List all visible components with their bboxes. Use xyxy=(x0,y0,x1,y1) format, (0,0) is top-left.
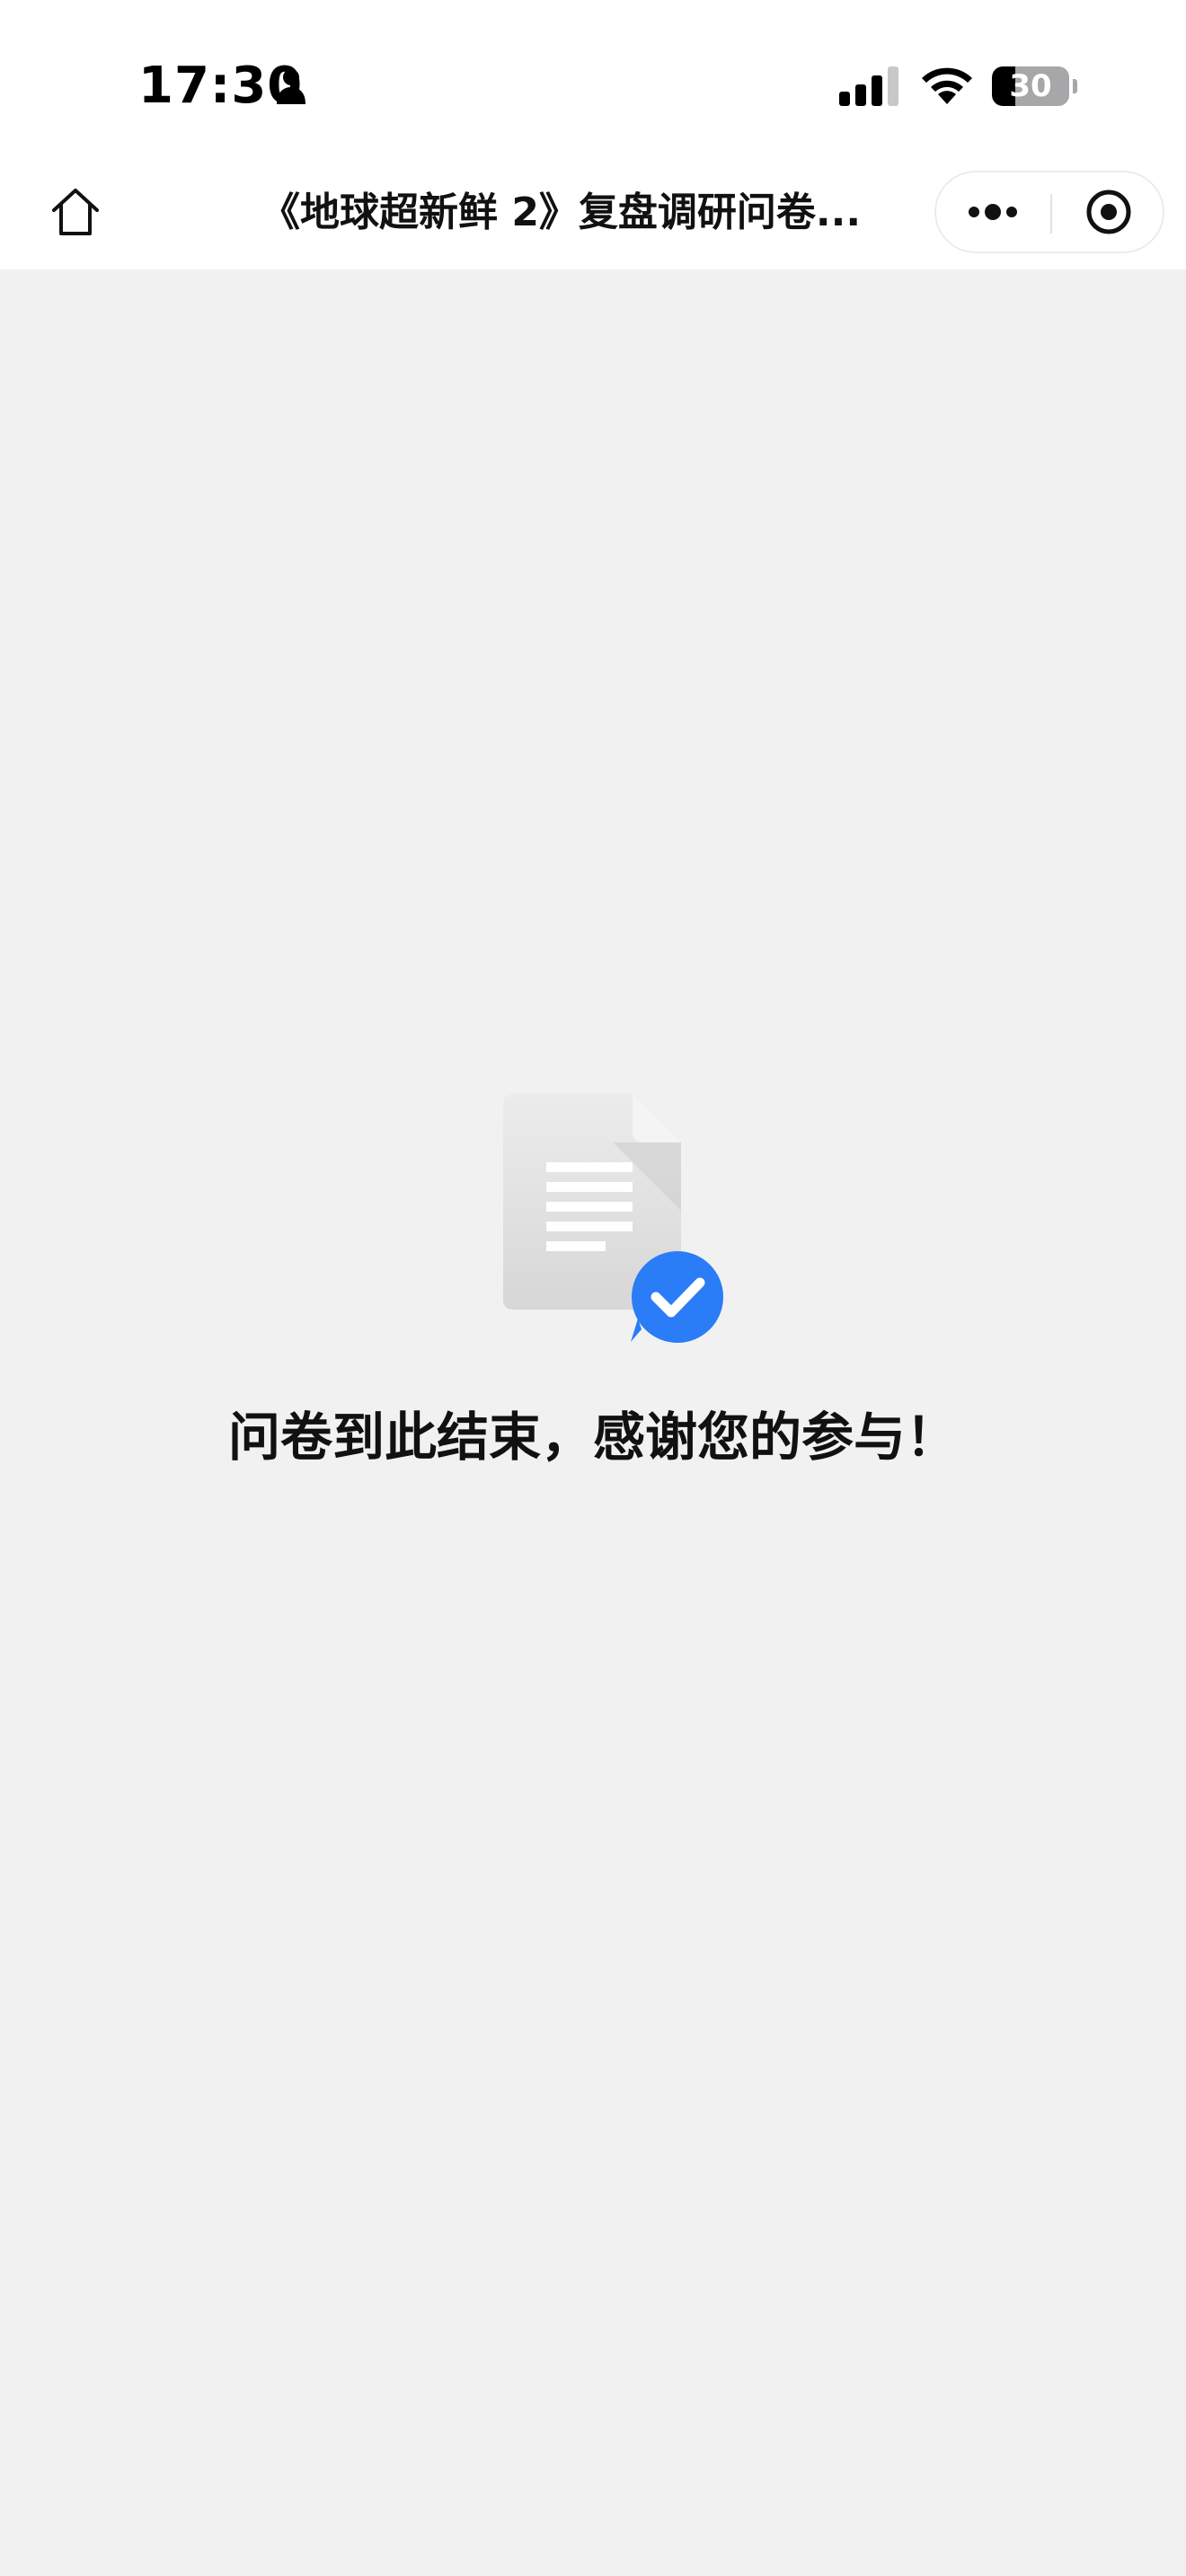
more-button[interactable] xyxy=(936,172,1049,251)
signal-icon xyxy=(839,66,898,106)
person-icon xyxy=(277,69,305,104)
capsule-divider xyxy=(1050,194,1052,234)
more-dots-icon xyxy=(969,204,1017,220)
mini-program-capsule xyxy=(934,171,1164,253)
nav-bar: 《地球超新鲜 2》复盘调研问卷... xyxy=(0,162,1186,269)
status-bar: 17:30 30 xyxy=(0,0,1186,162)
close-button[interactable] xyxy=(1053,172,1164,251)
wifi-icon xyxy=(922,67,972,104)
home-button[interactable] xyxy=(45,181,106,243)
close-target-icon xyxy=(1086,190,1131,234)
page-title: 《地球超新鲜 2》复盘调研问卷... xyxy=(261,190,862,235)
completion-message: 问卷到此结束，感谢您的参与！ xyxy=(227,1407,958,1468)
app-screen: 17:30 30 《地球超新鲜 2》复盘调研问卷... 问卷到此结束，感谢您的参… xyxy=(0,0,1186,2576)
battery-icon: 30 xyxy=(992,66,1078,106)
battery-level: 30 xyxy=(1009,68,1052,104)
document-icon xyxy=(503,1094,723,1343)
home-icon xyxy=(52,189,99,235)
